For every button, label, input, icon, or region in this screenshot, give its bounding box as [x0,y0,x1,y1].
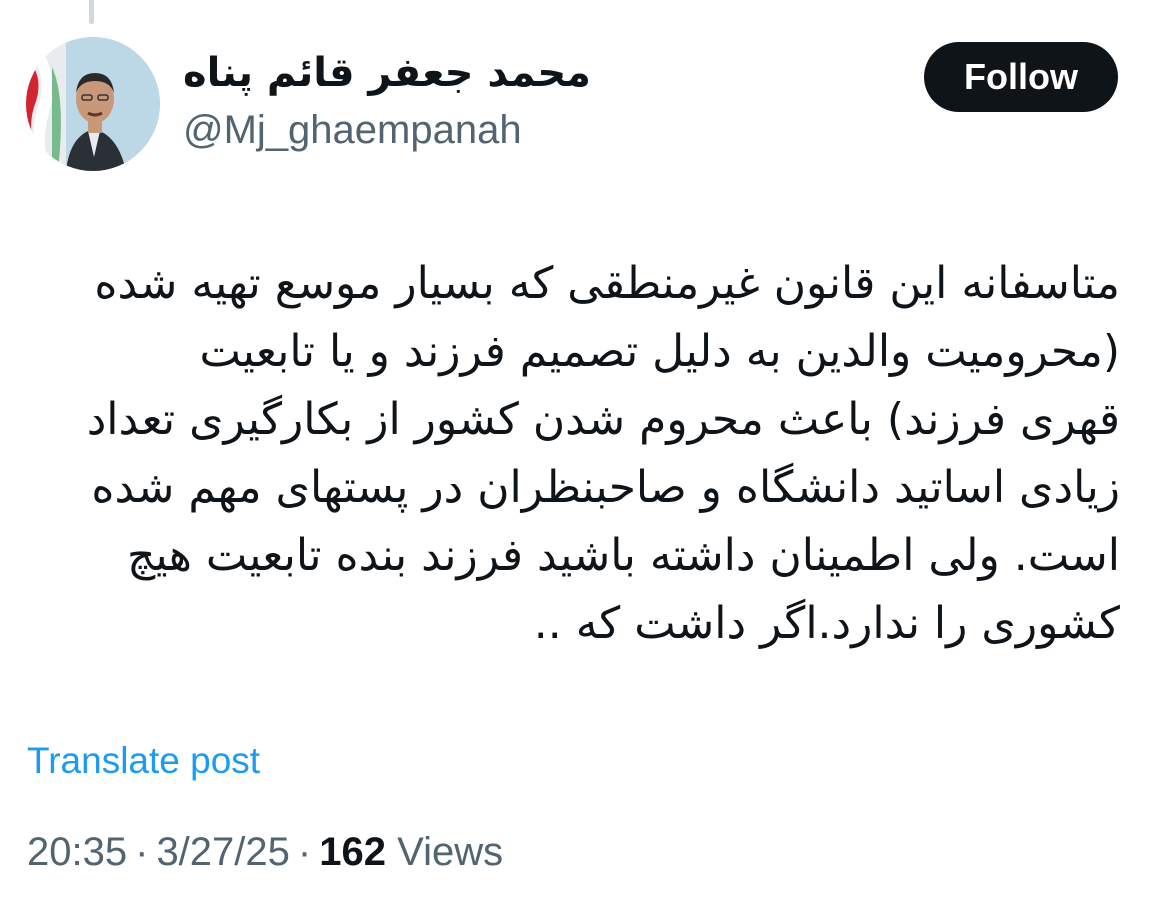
author-display-name[interactable]: محمد جعفر قائم پناه [183,50,591,96]
follow-button[interactable]: Follow [924,42,1118,112]
meta-separator: · [135,830,149,874]
tweet-meta: 20:35 · 3/27/25 · 162 Views [27,830,503,875]
tweet-body: متاسفانه این قانون غیرمنطقی که بسیار موس… [20,250,1120,658]
tweet-text-line: متاسفانه این قانون غیرمنطقی که بسیار موس… [94,258,1120,309]
author-avatar[interactable] [26,37,160,171]
views-count[interactable]: 162 [319,830,386,874]
tweet-text-line: است. ولی اطمینان داشته باشید فرزند بنده … [127,530,1120,581]
tweet-text-line: زیادی اساتید دانشگاه و صاحبنظران در پسته… [91,462,1120,513]
tweet-time[interactable]: 20:35 [27,830,127,874]
tweet-text-line: قهری فرزند) باعث محروم شدن کشور از بکارگ… [86,394,1120,445]
avatar-photo [26,37,160,171]
tweet-date[interactable]: 3/27/25 [156,830,289,874]
meta-separator: · [297,830,312,874]
views-label[interactable]: Views [397,830,503,874]
translate-post-link[interactable]: Translate post [27,740,260,782]
tweet-text-line: (محرومیت والدین به دلیل تصمیم فرزند و یا… [199,326,1120,377]
thread-connector-line [89,0,94,24]
tweet-text-line: کشوری را ندارد.اگر داشت که .. [533,598,1120,649]
author-handle[interactable]: @Mj_ghaempanah [183,108,522,153]
